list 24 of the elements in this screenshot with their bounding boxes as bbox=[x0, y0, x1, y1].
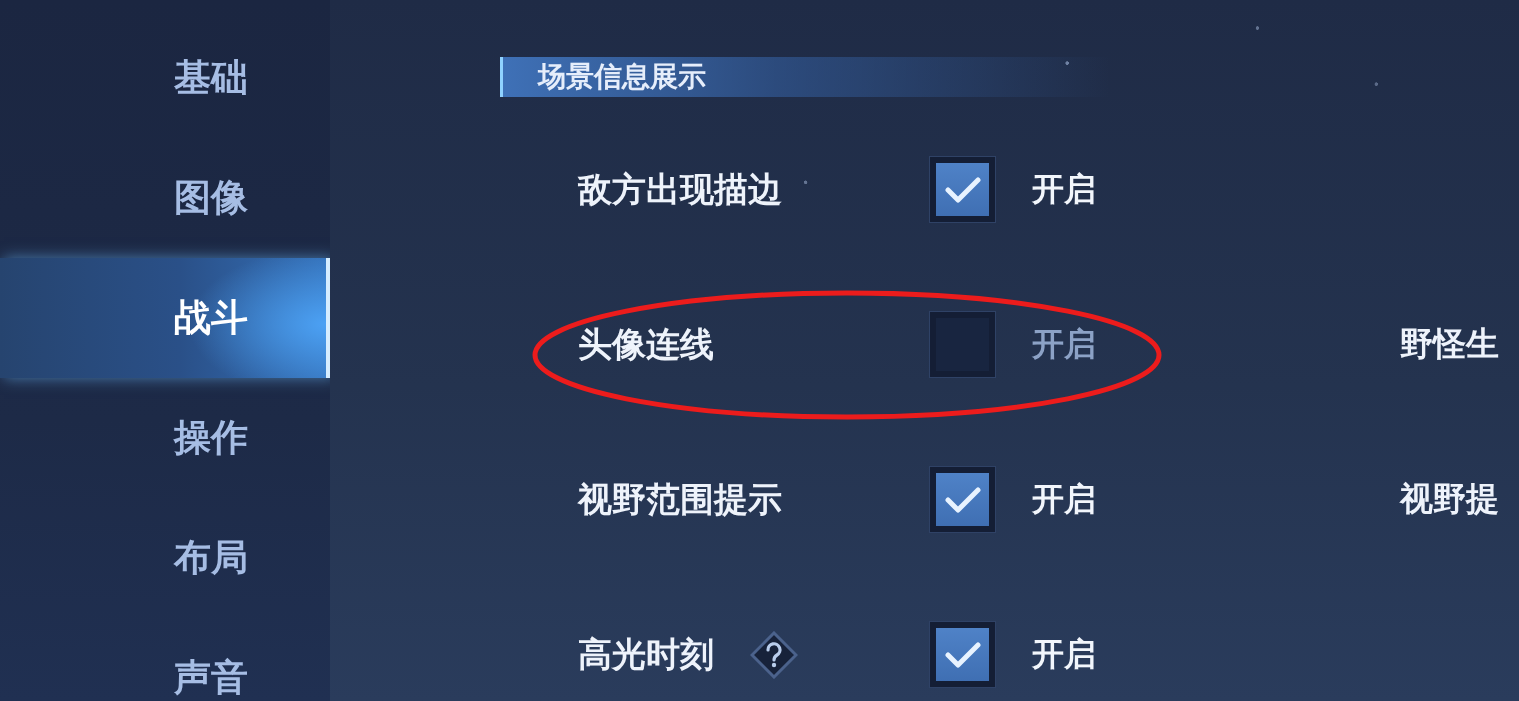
sidebar-tab[interactable]: 布局 bbox=[0, 498, 330, 618]
checkbox[interactable] bbox=[930, 312, 995, 377]
setting-label: 野怪生 bbox=[1400, 323, 1499, 365]
sidebar-tab[interactable]: 操作 bbox=[0, 378, 330, 498]
setting-label: 头像连线 bbox=[578, 322, 714, 366]
help-icon[interactable] bbox=[750, 630, 798, 679]
option-label: 开启 bbox=[1032, 633, 1097, 675]
sidebar-tab[interactable]: 战斗 bbox=[0, 258, 330, 378]
setting-label: 敌方出现描边 bbox=[578, 167, 782, 211]
checkbox[interactable] bbox=[930, 622, 995, 687]
sidebar-tab[interactable]: 基础 bbox=[0, 18, 330, 138]
option-label: 开启 bbox=[1032, 323, 1097, 365]
setting-label: 高光时刻 bbox=[578, 632, 714, 676]
option-label: 开启 bbox=[1032, 168, 1097, 210]
setting-label: 视野提 bbox=[1400, 478, 1499, 520]
checkbox[interactable] bbox=[930, 467, 995, 532]
option-label: 开启 bbox=[1032, 478, 1097, 520]
setting-label: 视野范围提示 bbox=[578, 477, 782, 521]
sidebar-tab[interactable]: 声音 bbox=[0, 618, 330, 701]
checkbox[interactable] bbox=[930, 157, 995, 222]
checkmark-icon bbox=[944, 640, 981, 669]
sidebar-tab[interactable]: 图像 bbox=[0, 138, 330, 258]
checkmark-icon bbox=[944, 175, 981, 204]
checkmark-icon bbox=[944, 485, 981, 514]
